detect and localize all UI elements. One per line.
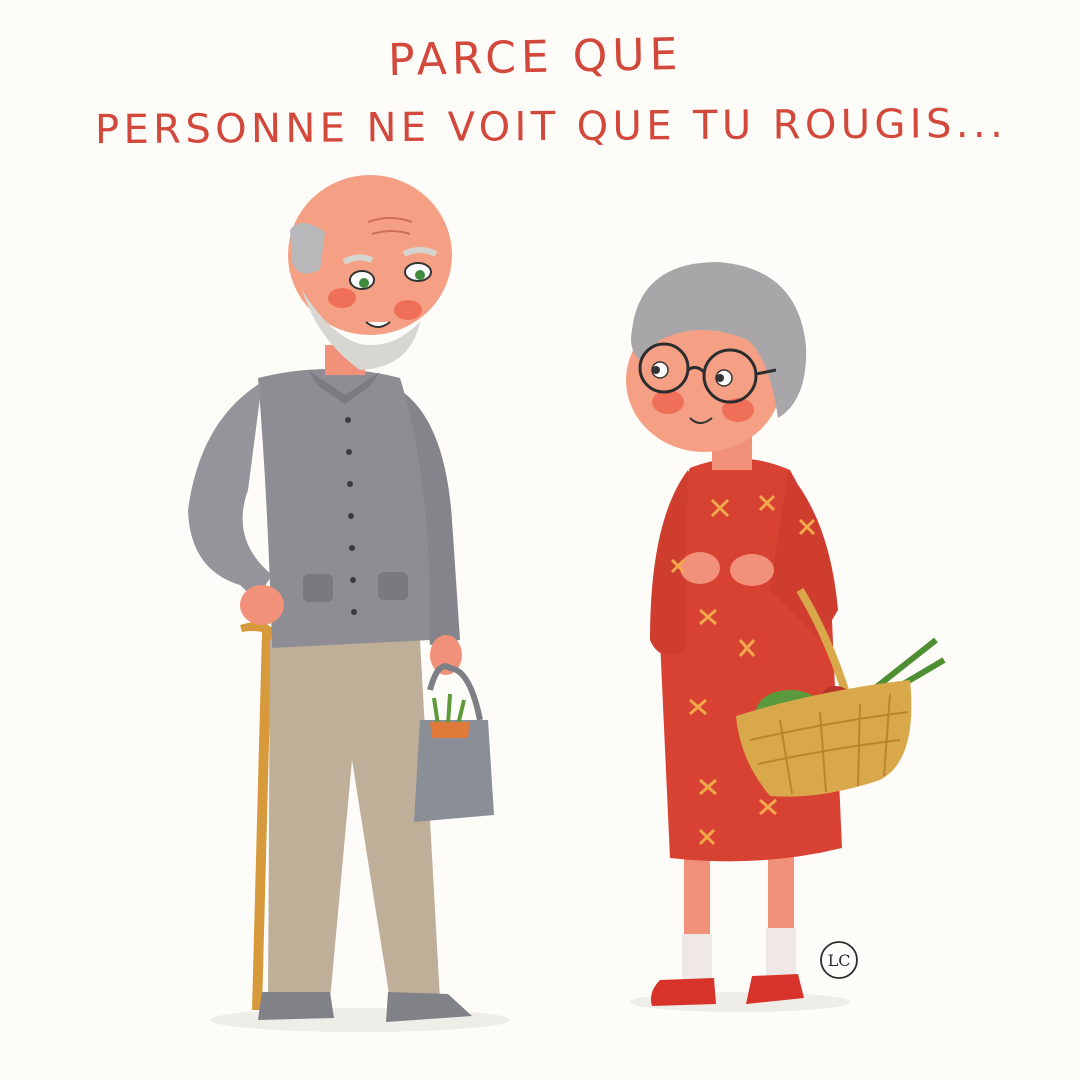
man-cheek-right [394, 300, 422, 320]
old-woman [626, 262, 946, 1006]
man-cheek-left [328, 288, 356, 308]
man-hand-cane [240, 585, 284, 625]
pocket-left [303, 574, 333, 602]
man-hair [290, 222, 325, 274]
sock-left [682, 934, 712, 982]
sock-right [766, 928, 796, 978]
cane [240, 622, 272, 1010]
shoe-left [258, 992, 334, 1020]
old-man [188, 175, 494, 1022]
carrots [430, 722, 470, 738]
man-arm-left [188, 382, 272, 600]
woman-hand-left [680, 552, 720, 584]
carrot-greens [432, 693, 466, 726]
woman-hand-right [730, 554, 774, 586]
signature-mark: LC [820, 941, 858, 979]
illustration [188, 175, 946, 1032]
signature-text: LC [828, 951, 851, 970]
pocket-right [378, 572, 408, 600]
woman-cheek-left [652, 390, 684, 414]
woman-shoe-left [651, 978, 716, 1006]
